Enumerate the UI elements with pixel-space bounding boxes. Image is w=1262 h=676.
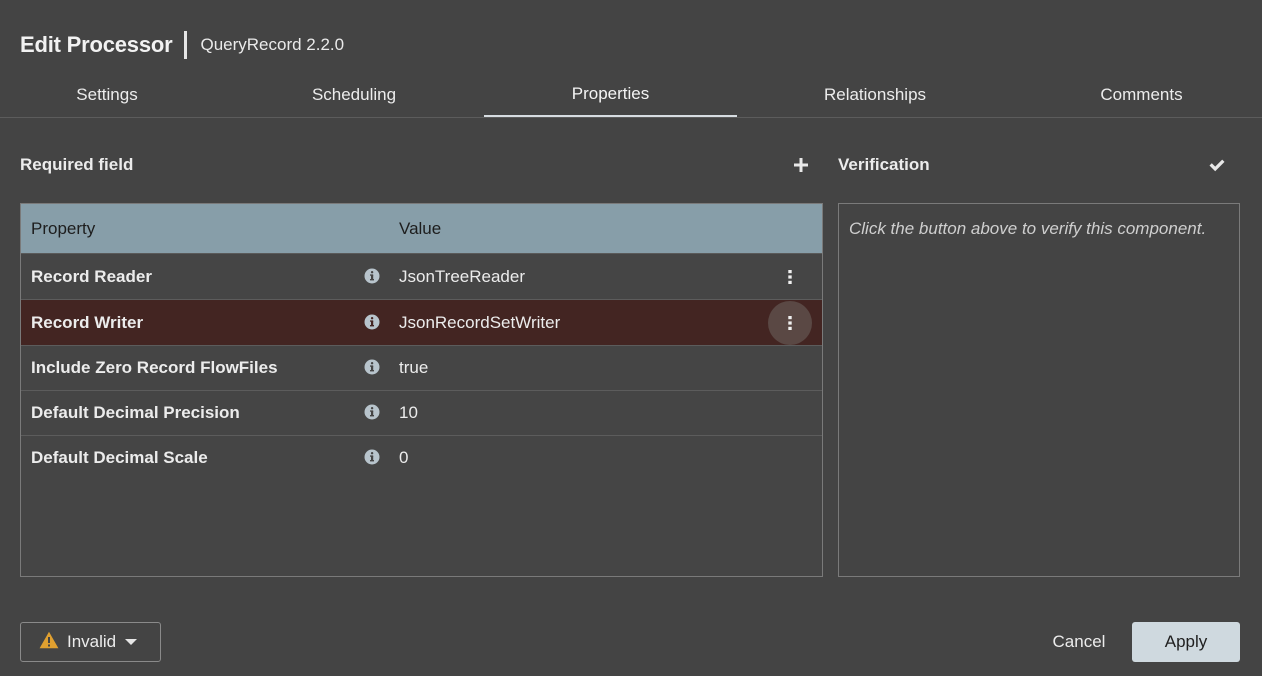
cancel-button[interactable]: Cancel (1038, 622, 1120, 662)
row-menu-icon[interactable] (768, 255, 812, 299)
property-name: Record Writer (31, 313, 144, 332)
verification-placeholder: Click the button above to verify this co… (849, 219, 1207, 238)
apply-button[interactable]: Apply (1132, 622, 1240, 662)
property-name: Default Decimal Precision (31, 403, 240, 422)
properties-table: Property Value Record Reader JsonTreeRea… (20, 203, 823, 577)
tab-bar: Settings Scheduling Properties Relations… (0, 72, 1262, 118)
property-name: Default Decimal Scale (31, 448, 208, 467)
table-row[interactable]: Default Decimal Scale 0 (21, 436, 822, 481)
check-icon[interactable] (1204, 152, 1230, 178)
required-field-label: Required field (20, 155, 134, 174)
tab-scheduling[interactable]: Scheduling (227, 72, 481, 117)
table-row[interactable]: Include Zero Record FlowFiles true (21, 346, 822, 391)
property-value[interactable]: JsonTreeReader (399, 267, 525, 287)
column-header-property: Property (31, 219, 96, 238)
edit-processor-dialog: Edit Processor QueryRecord 2.2.0 Setting… (0, 0, 1262, 676)
property-value[interactable]: 0 (399, 448, 408, 468)
info-icon[interactable] (364, 268, 380, 284)
row-menu-icon[interactable] (768, 301, 812, 345)
tab-relationships[interactable]: Relationships (748, 72, 1002, 117)
status-label: Invalid (67, 632, 117, 651)
dialog-title: Edit Processor (20, 32, 173, 57)
property-value[interactable]: JsonRecordSetWriter (399, 313, 560, 333)
verification-label: Verification (838, 155, 930, 174)
info-icon[interactable] (364, 449, 380, 465)
dialog-header: Edit Processor QueryRecord 2.2.0 (20, 28, 344, 62)
property-value[interactable]: 10 (399, 403, 418, 423)
plus-icon[interactable] (788, 152, 814, 178)
tab-comments[interactable]: Comments (1015, 72, 1262, 117)
property-value[interactable]: true (399, 358, 428, 378)
info-icon[interactable] (364, 314, 380, 330)
property-name: Include Zero Record FlowFiles (31, 358, 278, 377)
info-icon[interactable] (364, 359, 380, 375)
table-row[interactable]: Default Decimal Precision 10 (21, 391, 822, 436)
warning-icon (39, 631, 59, 654)
processor-type: QueryRecord 2.2.0 (200, 35, 345, 54)
status-dropdown[interactable]: Invalid (20, 622, 161, 662)
table-row[interactable]: Record Reader JsonTreeReader (21, 254, 822, 300)
title-divider (184, 31, 188, 59)
tab-properties[interactable]: Properties (484, 72, 737, 117)
info-icon[interactable] (364, 404, 380, 420)
table-header: Property Value (21, 204, 822, 254)
tab-settings[interactable]: Settings (0, 72, 214, 117)
verification-panel: Click the button above to verify this co… (838, 203, 1240, 577)
chevron-down-icon (125, 639, 138, 645)
table-row[interactable]: Record Writer JsonRecordSetWriter (21, 300, 822, 346)
column-header-value: Value (399, 219, 442, 238)
property-name: Record Reader (31, 267, 152, 286)
